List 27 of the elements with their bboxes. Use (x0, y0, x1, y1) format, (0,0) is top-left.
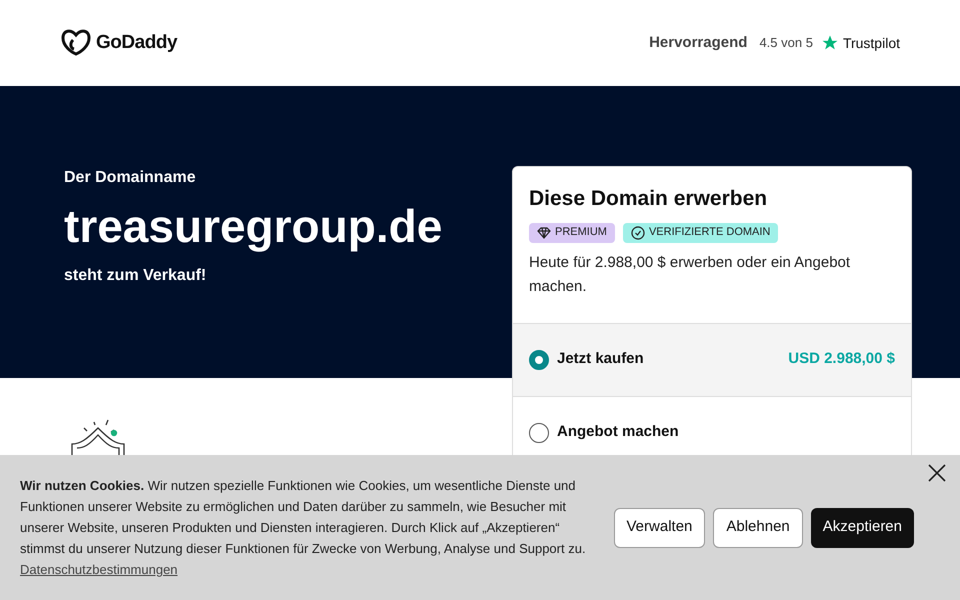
hero-tagline: steht zum Verkauf! (64, 266, 208, 286)
privacy-link[interactable]: Datenschutzbestimmungen (20, 562, 178, 577)
card-description: Heute für 2.988,00 $ erwerben oder ein Angebot machen. (529, 252, 852, 296)
domain-badge: PREMIUM (529, 222, 615, 242)
option-label: Jetzt kaufen (557, 349, 644, 370)
card-title: Diese Domain erwerben (529, 186, 768, 212)
option-price: USD 2.988,00 $ (788, 349, 895, 370)
rating-label: Hervorragend (649, 32, 748, 53)
domain-name: treasuregroup.de (64, 199, 442, 254)
logo-icon (60, 29, 92, 57)
radio-button[interactable] (529, 422, 549, 442)
star-icon (820, 34, 839, 52)
hero-eyebrow: Der Domainname (64, 168, 197, 188)
check-circle-icon (630, 226, 645, 240)
domain-badge: VERIFIZIERTE DOMAIN (622, 222, 778, 242)
cookie-button[interactable]: Ablehnen (713, 508, 803, 548)
purchase-option[interactable]: Jetzt kaufen USD 2.988,00 $ (513, 322, 911, 396)
radio-button[interactable] (529, 350, 549, 370)
cookie-button[interactable]: Verwalten (614, 508, 706, 548)
option-label: Angebot machen (557, 422, 679, 442)
diamond-icon (537, 226, 551, 238)
cookie-button[interactable]: Akzeptieren (810, 508, 914, 548)
trustpilot-text: Trustpilot (842, 34, 900, 53)
cookie-text: Wir nutzen Cookies. Wir nutzen spezielle Funktionen wie Cookies, um wesentliche Dienste und Funktionen unserer Website zu ermöglichen und Daten darüber zu sammeln, wie Besucher mit unserer Website, unseren Produkten und Diensten interagieren. Durch Klick auf „Akzeptieren“ stimmst du unserer Nutzung dieser Funktionen für Zwecke von Werbung, Analyse und Support zu. Datenschutzbestimmungen (20, 477, 587, 579)
close-icon[interactable] (928, 464, 946, 482)
rating-score: 4.5 von 5 (759, 34, 813, 52)
logo-text[interactable]: GoDaddy (96, 28, 178, 58)
